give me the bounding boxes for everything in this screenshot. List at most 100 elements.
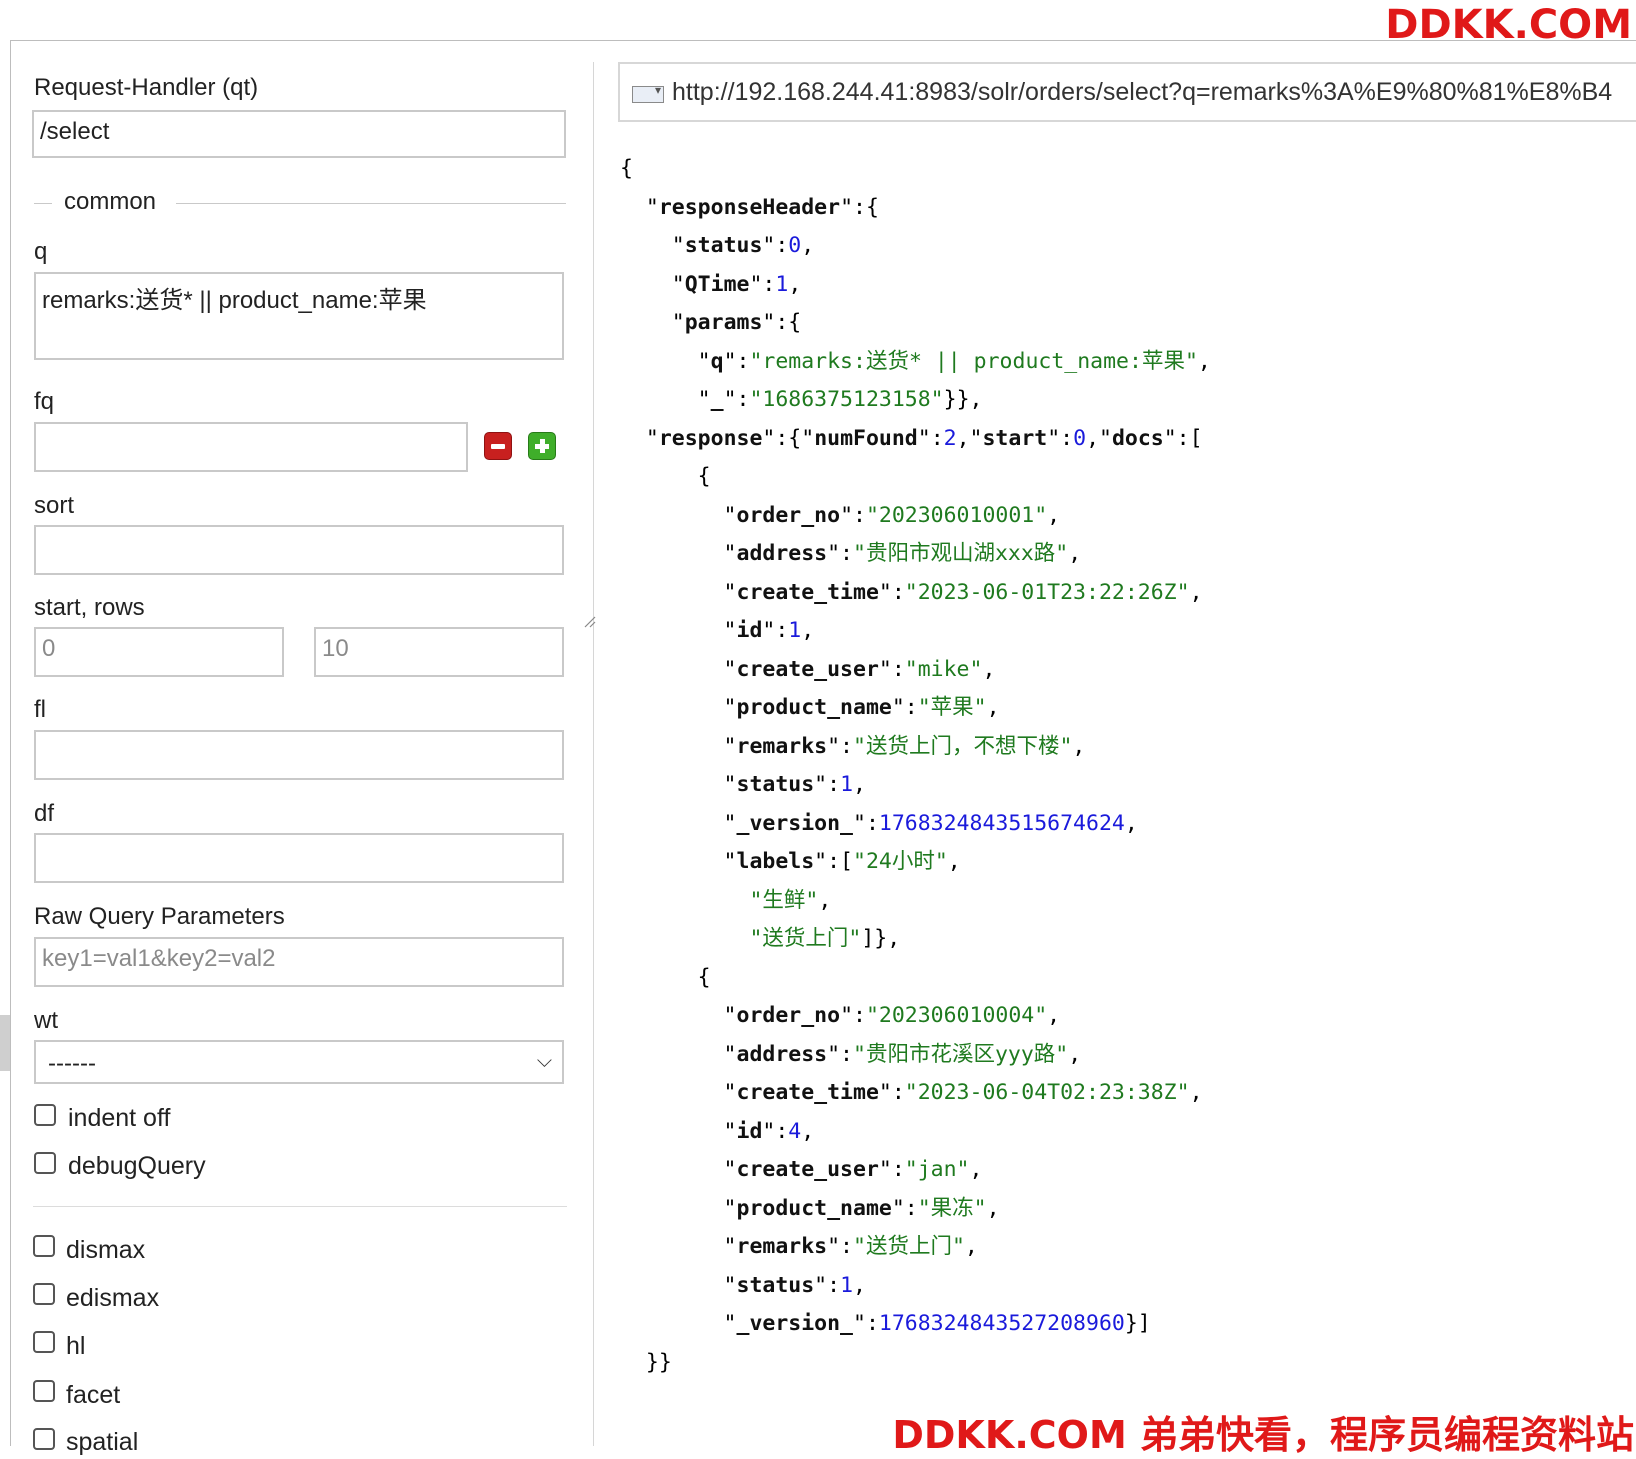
json-key: q — [710, 348, 724, 374]
rows-input[interactable]: 10 — [314, 627, 564, 677]
json-punct: ":{" — [762, 425, 815, 451]
json-key: create_time — [736, 1080, 879, 1105]
wt-selected: ------ — [48, 1050, 96, 1077]
json-punct: ": — [840, 1003, 866, 1028]
panel-divider — [593, 62, 594, 1446]
json-key: numFound — [814, 425, 918, 451]
q-value: remarks:送货* || product_name:苹果 — [42, 287, 427, 314]
facet-checkbox[interactable] — [33, 1380, 55, 1402]
json-punct: ," — [1086, 425, 1112, 451]
json-punct: ": — [723, 387, 750, 412]
raw-params-input[interactable]: key1=val1&key2=val2 — [34, 937, 564, 987]
json-line: "product_name":"果冻", — [620, 1190, 1211, 1229]
json-number: 4 — [788, 1118, 802, 1144]
json-line: "address":"贵阳市花溪区yyy路", — [620, 1036, 1211, 1075]
json-string: "jan" — [904, 1157, 970, 1182]
debugquery-checkbox[interactable] — [34, 1152, 56, 1174]
sort-input[interactable] — [34, 525, 564, 575]
fq-input[interactable] — [34, 422, 468, 472]
json-punct: ": — [827, 1234, 853, 1259]
json-line: { — [620, 959, 1211, 998]
edismax-checkbox[interactable] — [33, 1283, 55, 1305]
request-handler-input[interactable]: /select — [32, 110, 566, 158]
resize-handle-icon[interactable] — [584, 616, 596, 628]
request-url-link[interactable]: http://192.168.244.41:8983/solr/orders/s… — [672, 78, 1612, 107]
json-line: "create_time":"2023-06-01T23:22:26Z", — [620, 574, 1211, 613]
json-line: "_version_":1768324843515674624, — [620, 805, 1211, 844]
json-punct: " — [620, 1041, 737, 1067]
json-key: product_name — [736, 1195, 892, 1221]
json-punct: , — [1068, 541, 1082, 566]
request-url-bar[interactable]: http://192.168.244.41:8983/solr/orders/s… — [618, 62, 1636, 122]
json-response: { "responseHeader":{ "status":0, "QTime"… — [620, 150, 1211, 1382]
json-punct: ": — [878, 1080, 905, 1105]
json-key: create_user — [736, 656, 879, 682]
options-separator — [33, 1206, 567, 1207]
json-string: "贵阳市观山湖xxx路" — [853, 541, 1069, 566]
json-key: order_no — [736, 1003, 841, 1028]
dismax-checkbox[interactable] — [33, 1235, 55, 1257]
json-punct: " — [620, 1272, 737, 1298]
fl-input[interactable] — [34, 730, 564, 780]
json-punct: " — [620, 810, 737, 836]
json-punct: " — [620, 1080, 737, 1105]
watermark-bottom: DDKK.COM 弟弟快看，程序员编程资料站 — [892, 1413, 1634, 1457]
df-input[interactable] — [34, 833, 564, 883]
json-punct: ": — [878, 656, 905, 682]
json-line: "_":"1686375123158"}}, — [620, 381, 1211, 420]
json-line: "order_no":"202306010004", — [620, 997, 1211, 1036]
q-textarea[interactable]: remarks:送货* || product_name:苹果 — [34, 272, 596, 628]
fq-remove-icon[interactable] — [484, 432, 512, 460]
json-punct: " — [620, 425, 659, 451]
wt-select[interactable]: ------ ⌵ — [34, 1040, 564, 1084]
json-punct: ": — [762, 1118, 789, 1144]
hl-checkbox[interactable] — [33, 1331, 55, 1353]
indent-label: indent off — [68, 1104, 171, 1132]
chevron-down-icon: ⌵ — [536, 1050, 552, 1072]
json-punct: " — [620, 348, 711, 374]
json-punct: , — [853, 772, 866, 797]
json-key: _version_ — [736, 810, 854, 836]
json-punct: ]}, — [861, 926, 901, 951]
indent-checkbox[interactable] — [34, 1104, 56, 1126]
json-string: "24小时" — [853, 849, 948, 874]
json-punct: " — [620, 849, 737, 874]
json-punct: , — [986, 695, 1000, 720]
scrollbar-thumb[interactable] — [0, 1015, 10, 1071]
json-number: 1768324843515674624 — [878, 810, 1125, 836]
json-punct: ": — [917, 425, 944, 451]
json-string: "202306010001" — [865, 502, 1048, 528]
json-punct: , — [801, 233, 815, 258]
url-dropdown-icon[interactable] — [632, 83, 664, 103]
json-line: "remarks":"送货上门，不想下楼", — [620, 728, 1211, 767]
spatial-label: spatial — [66, 1428, 139, 1456]
json-punct: ": — [1047, 425, 1074, 451]
json-string: "送货上门" — [853, 1234, 965, 1259]
json-punct: ":[ — [1163, 425, 1203, 451]
df-label: df — [34, 800, 55, 827]
json-key: status — [684, 233, 763, 258]
json-key: _version_ — [736, 1311, 854, 1336]
json-key: id — [736, 618, 763, 643]
json-key: address — [736, 541, 828, 566]
json-line: "status":1, — [620, 1267, 1211, 1306]
json-punct: " — [620, 618, 737, 643]
json-punct: ":{ — [762, 310, 802, 335]
json-punct: " — [620, 541, 737, 566]
spatial-checkbox[interactable] — [33, 1428, 55, 1450]
json-punct: " — [620, 733, 737, 759]
json-punct: ": — [878, 1157, 905, 1182]
json-line: "labels":["24小时", — [620, 843, 1211, 882]
json-key: remarks — [736, 733, 828, 759]
json-line: "create_time":"2023-06-04T02:23:38Z", — [620, 1074, 1211, 1113]
json-punct: ": — [853, 810, 879, 836]
start-input[interactable]: 0 — [34, 627, 284, 677]
json-punct: ": — [827, 1041, 853, 1067]
json-line: "address":"贵阳市观山湖xxx路", — [620, 535, 1211, 574]
json-line: { — [620, 150, 1211, 189]
fq-add-icon[interactable] — [528, 432, 556, 460]
json-punct: ": — [762, 618, 789, 643]
json-punct: " — [620, 387, 711, 412]
json-string: "果冻" — [917, 1195, 987, 1221]
json-key: address — [736, 1041, 828, 1067]
